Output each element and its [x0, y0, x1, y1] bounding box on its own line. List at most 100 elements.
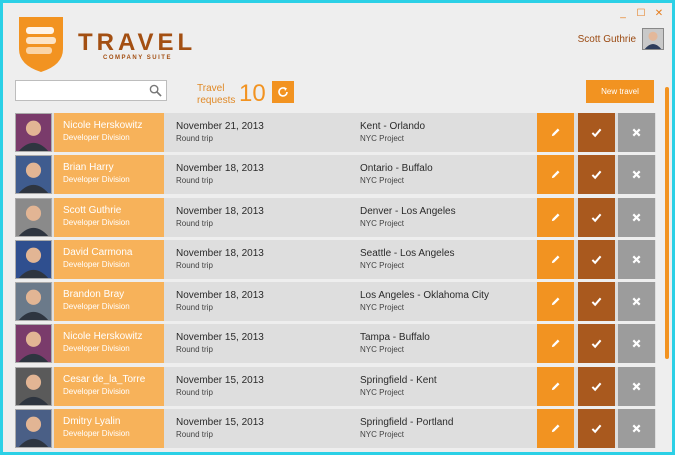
- travel-date: November 18, 2013: [176, 205, 264, 217]
- travel-project: NYC Project: [360, 260, 405, 270]
- maximize-icon[interactable]: ☐: [636, 8, 646, 19]
- approve-button[interactable]: [578, 282, 615, 322]
- pencil-icon: [551, 297, 560, 306]
- traveler-name: Cesar de_la_Torre: [63, 373, 146, 385]
- reject-button[interactable]: [618, 239, 655, 279]
- avatar: [15, 366, 52, 406]
- approve-button[interactable]: [578, 366, 615, 406]
- minimize-icon[interactable]: _: [618, 8, 628, 19]
- travel-route-block: Kent - Orlando NYC Project: [360, 121, 425, 143]
- travel-row[interactable]: Cesar de_la_Torre Developer Division Nov…: [15, 366, 656, 406]
- travel-route: Ontario - Buffalo: [360, 163, 433, 175]
- person-card: Cesar de_la_Torre Developer Division: [54, 366, 164, 406]
- checkmark-icon: [591, 297, 602, 307]
- travel-project: NYC Project: [360, 176, 405, 186]
- travel-row[interactable]: Scott Guthrie Developer Division Novembe…: [15, 197, 656, 237]
- reject-button[interactable]: [618, 282, 655, 322]
- trip-type: Round trip: [176, 345, 213, 355]
- travel-route-block: Ontario - Buffalo NYC Project: [360, 163, 433, 185]
- person-card: Brandon Bray Developer Division: [54, 282, 164, 322]
- approve-button[interactable]: [578, 155, 615, 195]
- pencil-icon: [551, 128, 560, 137]
- reject-button[interactable]: [618, 197, 655, 237]
- travel-project: NYC Project: [360, 387, 405, 397]
- reject-button[interactable]: [618, 366, 655, 406]
- edit-button[interactable]: [537, 409, 574, 449]
- travel-project: NYC Project: [360, 345, 405, 355]
- pencil-icon: [551, 170, 560, 179]
- avatar-face: [25, 162, 42, 179]
- edit-button[interactable]: [537, 324, 574, 364]
- close-x-icon: [632, 382, 641, 391]
- approve-button[interactable]: [578, 197, 615, 237]
- requests-label-line2: requests: [197, 95, 236, 106]
- edit-button[interactable]: [537, 366, 574, 406]
- avatar: [15, 239, 52, 279]
- reject-button[interactable]: [618, 324, 655, 364]
- travel-project: NYC Project: [360, 430, 405, 440]
- trip-type: Round trip: [176, 218, 213, 228]
- travel-date-block: November 15, 2013 Round trip: [176, 417, 264, 439]
- trip-type: Round trip: [176, 387, 213, 397]
- travel-route-block: Springfield - Kent NYC Project: [360, 375, 437, 397]
- travel-date: November 15, 2013: [176, 332, 264, 344]
- travel-row[interactable]: Dmitry Lyalin Developer Division Novembe…: [15, 409, 656, 449]
- travel-row[interactable]: Brandon Bray Developer Division November…: [15, 282, 656, 322]
- edit-button[interactable]: [537, 282, 574, 322]
- travel-row[interactable]: Nicole Herskowitz Developer Division Nov…: [15, 324, 656, 364]
- requests-label-line1: Travel: [197, 83, 225, 94]
- traveler-division: Developer Division: [63, 344, 130, 354]
- user-profile[interactable]: Scott Guthrie: [578, 28, 664, 50]
- travel-row[interactable]: Nicole Herskowitz Developer Division Nov…: [15, 113, 656, 152]
- edit-button[interactable]: [537, 239, 574, 279]
- avatar-face: [25, 247, 42, 263]
- pencil-icon: [551, 424, 560, 433]
- travel-project: NYC Project: [360, 218, 405, 228]
- requests-label: Travel requests: [197, 83, 235, 107]
- pencil-icon: [551, 340, 560, 348]
- travel-route: Tampa - Buffalo: [360, 332, 430, 344]
- edit-button[interactable]: [537, 155, 574, 195]
- approve-button[interactable]: [578, 239, 615, 279]
- travel-route-block: Seattle - Los Angeles NYC Project: [360, 248, 455, 270]
- refresh-button[interactable]: [272, 81, 294, 103]
- checkmark-icon: [591, 255, 602, 265]
- traveler-division: Developer Division: [63, 386, 130, 396]
- travel-row[interactable]: David Carmona Developer Division Novembe…: [15, 239, 656, 279]
- edit-button[interactable]: [537, 197, 574, 237]
- travel-date-block: November 18, 2013 Round trip: [176, 206, 264, 228]
- reject-button[interactable]: [618, 409, 655, 449]
- edit-button[interactable]: [537, 113, 574, 152]
- reject-button[interactable]: [618, 113, 655, 152]
- search-input[interactable]: [16, 81, 146, 101]
- travel-row[interactable]: Brian Harry Developer Division November …: [15, 155, 656, 195]
- close-icon[interactable]: ✕: [654, 8, 664, 19]
- avatar-face: [25, 120, 42, 136]
- travel-route-block: Tampa - Buffalo NYC Project: [360, 332, 430, 354]
- approve-button[interactable]: [578, 409, 615, 449]
- travel-date-block: November 21, 2013 Round trip: [176, 121, 264, 143]
- avatar-face: [25, 205, 42, 221]
- traveler-division: Developer Division: [63, 302, 130, 312]
- traveler-division: Developer Division: [63, 133, 130, 142]
- approve-button[interactable]: [578, 324, 615, 364]
- travel-date-block: November 18, 2013 Round trip: [176, 290, 264, 312]
- approve-button[interactable]: [578, 113, 615, 152]
- traveler-name: Scott Guthrie: [63, 204, 122, 216]
- traveler-division: Developer Division: [63, 429, 130, 439]
- travel-date-block: November 15, 2013 Round trip: [176, 332, 264, 354]
- checkmark-icon: [591, 170, 602, 180]
- close-x-icon: [632, 213, 641, 222]
- new-travel-button[interactable]: New travel: [586, 80, 654, 103]
- travel-route-block: Denver - Los Angeles NYC Project: [360, 206, 456, 228]
- reject-button[interactable]: [618, 155, 655, 195]
- window-controls: _ ☐ ✕: [618, 8, 664, 19]
- trip-type: Round trip: [176, 303, 213, 313]
- search-icon[interactable]: [149, 84, 162, 97]
- avatar: [15, 282, 52, 322]
- avatar-face: [25, 289, 42, 306]
- travel-date: November 18, 2013: [176, 290, 264, 302]
- travel-route: Springfield - Kent: [360, 374, 437, 386]
- checkmark-icon: [591, 213, 602, 222]
- scrollbar[interactable]: [665, 87, 669, 359]
